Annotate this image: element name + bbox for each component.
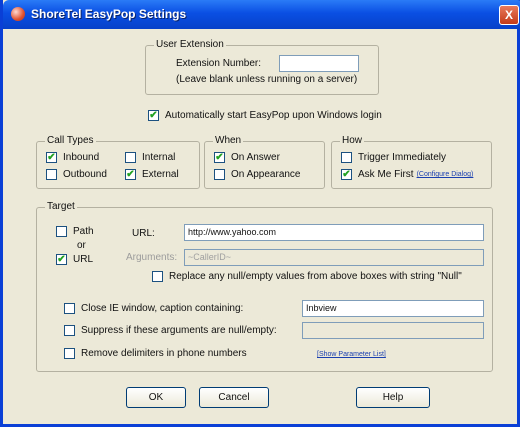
inbound-label: Inbound — [63, 152, 100, 163]
call-types-group: Call Types ✔ Inbound Internal Outbound ✔… — [36, 135, 200, 189]
trigger-immediately-label: Trigger Immediately — [358, 152, 446, 163]
call-types-legend: Call Types — [45, 135, 96, 146]
on-appearance-checkbox[interactable]: On Appearance — [214, 169, 301, 180]
when-legend: When — [213, 135, 244, 146]
external-checkbox[interactable]: ✔ External — [125, 169, 179, 180]
window-title: ShoreTel EasyPop Settings — [31, 7, 187, 21]
replace-null-checkbox[interactable]: Replace any null/empty values from above… — [152, 271, 462, 282]
arguments-label: Arguments: — [126, 252, 178, 263]
replace-null-check-box[interactable] — [152, 271, 163, 282]
trigger-immediately-checkbox[interactable]: Trigger Immediately — [341, 152, 446, 163]
target-group: Target Path or ✔ URL URL: http://www.yah… — [36, 201, 493, 372]
close-ie-check-box[interactable] — [64, 303, 75, 314]
user-extension-group: User Extension Extension Number: (Leave … — [145, 39, 379, 95]
url-field-label: URL: — [132, 228, 155, 239]
autostart-label: Automatically start EasyPop upon Windows… — [165, 110, 382, 121]
outbound-checkbox[interactable]: Outbound — [46, 169, 107, 180]
trigger-immediately-check-box[interactable] — [341, 152, 352, 163]
remove-delimiters-label: Remove delimiters in phone numbers — [81, 348, 247, 359]
on-answer-label: On Answer — [231, 152, 280, 163]
path-radio[interactable]: Path — [56, 226, 94, 237]
ask-me-first-label: Ask Me First — [358, 169, 414, 180]
internal-checkbox[interactable]: Internal — [125, 152, 175, 163]
extension-number-input[interactable] — [279, 55, 359, 72]
url-radio[interactable]: ✔ URL — [56, 254, 93, 265]
cancel-button[interactable]: Cancel — [199, 387, 269, 408]
outbound-check-box[interactable] — [46, 169, 57, 180]
autostart-check-box[interactable]: ✔ — [148, 110, 159, 121]
extension-number-label: Extension Number: — [176, 58, 262, 69]
show-parameter-list-link[interactable]: [Show Parameter List] — [317, 351, 386, 358]
title-bar[interactable]: ShoreTel EasyPop Settings X — [3, 0, 520, 29]
on-answer-checkbox[interactable]: ✔ On Answer — [214, 152, 280, 163]
how-group: How Trigger Immediately ✔ Ask Me First (… — [331, 135, 492, 189]
how-legend: How — [340, 135, 365, 146]
close-button[interactable]: X — [499, 5, 519, 25]
user-extension-legend: User Extension — [154, 39, 226, 50]
path-check-box[interactable] — [56, 226, 67, 237]
internal-label: Internal — [142, 152, 176, 163]
inbound-checkbox[interactable]: ✔ Inbound — [46, 152, 99, 163]
close-ie-checkbox[interactable]: Close IE window, caption containing: — [64, 303, 243, 314]
replace-null-label: Replace any null/empty values from above… — [169, 271, 462, 282]
outbound-label: Outbound — [63, 169, 107, 180]
on-answer-check-box[interactable]: ✔ — [214, 152, 225, 163]
url-option-label: URL — [73, 254, 94, 265]
settings-window: ShoreTel EasyPop Settings X User Extensi… — [0, 0, 520, 427]
remove-delimiters-check-box[interactable] — [64, 348, 75, 359]
target-legend: Target — [45, 201, 77, 212]
suppress-check-box[interactable] — [64, 325, 75, 336]
configure-dialog-link[interactable]: (Configure Dialog) — [417, 171, 474, 178]
suppress-arguments-input[interactable] — [302, 322, 484, 339]
close-ie-label: Close IE window, caption containing: — [81, 303, 244, 314]
ask-me-first-checkbox[interactable]: ✔ Ask Me First (Configure Dialog) — [341, 169, 473, 180]
external-label: External — [142, 169, 179, 180]
when-group: When ✔ On Answer On Appearance — [204, 135, 325, 189]
on-appearance-check-box[interactable] — [214, 169, 225, 180]
on-appearance-label: On Appearance — [231, 169, 301, 180]
arguments-input[interactable]: ~CallerID~ — [184, 249, 484, 266]
help-button[interactable]: Help — [356, 387, 430, 408]
internal-check-box[interactable] — [125, 152, 136, 163]
close-ie-caption-input[interactable]: Inbview — [302, 300, 484, 317]
suppress-checkbox[interactable]: Suppress if these arguments are null/emp… — [64, 325, 277, 336]
path-label: Path — [73, 226, 94, 237]
autostart-checkbox[interactable]: ✔ Automatically start EasyPop upon Windo… — [148, 110, 382, 121]
suppress-label: Suppress if these arguments are null/emp… — [81, 325, 277, 336]
ask-me-first-check-box[interactable]: ✔ — [341, 169, 352, 180]
app-icon — [11, 7, 25, 21]
or-label: or — [77, 240, 86, 251]
external-check-box[interactable]: ✔ — [125, 169, 136, 180]
url-check-box[interactable]: ✔ — [56, 254, 67, 265]
url-input[interactable]: http://www.yahoo.com — [184, 224, 484, 241]
extension-note: (Leave blank unless running on a server) — [176, 74, 358, 85]
inbound-check-box[interactable]: ✔ — [46, 152, 57, 163]
ok-button[interactable]: OK — [126, 387, 186, 408]
remove-delimiters-checkbox[interactable]: Remove delimiters in phone numbers — [64, 348, 247, 359]
